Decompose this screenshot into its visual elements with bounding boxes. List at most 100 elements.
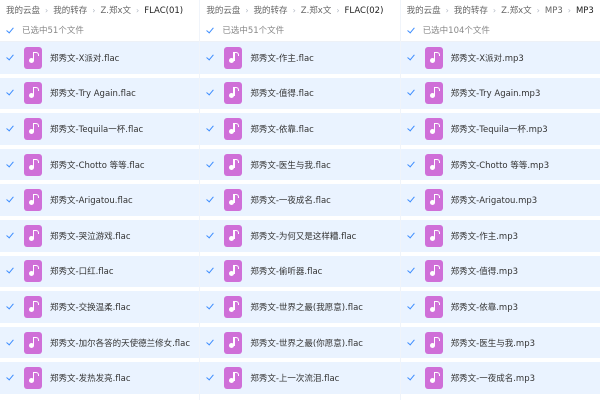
checkbox-icon[interactable]	[6, 232, 14, 240]
file-row[interactable]: 郑秀文-医生与我.mp3	[400, 326, 600, 359]
breadcrumb-item[interactable]: Z.郑x文	[100, 6, 131, 16]
music-file-icon	[24, 224, 42, 247]
checkbox-icon[interactable]	[407, 161, 415, 169]
file-row[interactable]: 郑秀文-依靠.flac	[200, 113, 400, 145]
checkbox-icon[interactable]	[407, 89, 415, 97]
music-file-icon	[424, 260, 443, 283]
checkbox-icon[interactable]	[6, 161, 14, 169]
file-row[interactable]: 郑秀文-Tequila一杯.mp3	[400, 113, 600, 145]
breadcrumb-item[interactable]: FLAC(01)	[144, 6, 183, 16]
file-row[interactable]: 郑秀文-Chotto 等等.flac	[0, 148, 200, 181]
checkbox-icon[interactable]	[206, 196, 214, 204]
breadcrumb-item[interactable]: 我的转存	[454, 6, 488, 16]
breadcrumb-item[interactable]: Z.郑x文	[301, 6, 332, 16]
file-row[interactable]: 郑秀文-值得.mp3	[400, 255, 600, 288]
breadcrumb-item[interactable]: 我的转存	[254, 6, 288, 16]
chevron-right-icon: ›	[492, 6, 497, 15]
file-name: 郑秀文-Try Again.flac	[50, 89, 136, 100]
breadcrumb-item[interactable]: MP3	[545, 6, 563, 16]
file-name: 郑秀文-上一次流泪.flac	[250, 374, 340, 385]
file-row[interactable]: 郑秀文-Tequila一杯.flac	[0, 113, 200, 145]
file-row[interactable]: 郑秀文-Arigatou.flac	[0, 184, 200, 216]
file-row[interactable]: 郑秀文-依靠.mp3	[400, 291, 600, 323]
file-row[interactable]: 郑秀文-Chotto 等等.mp3	[400, 148, 600, 181]
file-row[interactable]: 郑秀文-Arigatou.mp3	[400, 184, 600, 216]
checkbox-icon[interactable]	[6, 54, 14, 62]
checkbox-icon[interactable]	[407, 339, 415, 347]
select-all-checkbox[interactable]	[6, 27, 14, 35]
file-row[interactable]: 郑秀文-X派对.mp3	[400, 42, 600, 74]
file-row[interactable]: 郑秀文-发热发亮.flac	[0, 362, 200, 394]
file-name: 郑秀文-Chotto 等等.mp3	[450, 160, 550, 171]
file-row[interactable]: 郑秀文-作主.flac	[200, 42, 400, 74]
music-file-icon	[224, 46, 243, 69]
checkbox-icon[interactable]	[6, 125, 14, 133]
checkbox-icon[interactable]	[407, 303, 415, 311]
checkbox-icon[interactable]	[6, 89, 14, 97]
file-row[interactable]: 郑秀文-一夜成名.flac	[200, 184, 400, 216]
breadcrumb-item[interactable]: 我的云盘	[206, 6, 240, 16]
checkbox-icon[interactable]	[407, 232, 415, 240]
file-row[interactable]: 郑秀文-X派对.flac	[0, 42, 200, 74]
music-file-icon	[424, 295, 443, 318]
checkbox-icon[interactable]	[407, 374, 415, 382]
checkbox-icon[interactable]	[206, 339, 214, 347]
file-name: 郑秀文-依靠.flac	[250, 124, 314, 135]
breadcrumb-item[interactable]: 我的转存	[53, 6, 87, 16]
checkbox-icon[interactable]	[206, 161, 214, 169]
file-name: 郑秀文-Arigatou.flac	[50, 196, 133, 207]
file-row[interactable]: 郑秀文-偷听器.flac	[200, 255, 400, 288]
checkbox-icon[interactable]	[6, 374, 14, 382]
file-name: 郑秀文-作主.mp3	[450, 231, 519, 242]
file-list: 郑秀文-X派对.flac 郑秀文-Try Again.flac 郑秀文-Tequil…	[0, 42, 200, 400]
checkbox-icon[interactable]	[407, 267, 415, 275]
checkbox-icon[interactable]	[6, 267, 14, 275]
file-row[interactable]: 郑秀文-值得.flac	[200, 77, 400, 110]
file-row[interactable]: 郑秀文-上一次流泪.flac	[200, 362, 400, 394]
music-file-icon	[424, 189, 443, 212]
select-all-checkbox[interactable]	[407, 27, 415, 35]
file-name: 郑秀文-值得.flac	[250, 89, 314, 100]
file-name: 郑秀文-为何又是这样糟.flac	[250, 231, 357, 242]
chevron-right-icon: ›	[92, 6, 96, 15]
file-row[interactable]: 郑秀文-口红.flac	[0, 255, 200, 288]
music-file-icon	[424, 367, 443, 390]
file-row[interactable]: 郑秀文-加尔各答的天使德兰修女.flac	[0, 326, 200, 359]
breadcrumb-item[interactable]: Z.郑x文	[501, 6, 532, 16]
checkbox-icon[interactable]	[206, 374, 214, 382]
checkbox-icon[interactable]	[206, 89, 214, 97]
checkbox-icon[interactable]	[206, 232, 214, 240]
file-name: 郑秀文-医生与我.flac	[250, 160, 331, 171]
breadcrumb-item[interactable]: 我的云盘	[6, 6, 40, 16]
checkbox-icon[interactable]	[206, 125, 214, 133]
select-all-checkbox[interactable]	[206, 27, 214, 35]
file-row[interactable]: 郑秀文-哭泣游戏.flac	[0, 219, 200, 252]
checkbox-icon[interactable]	[407, 54, 415, 62]
file-row[interactable]: 郑秀文-世界之最(我愿意).flac	[200, 291, 400, 323]
file-row[interactable]: 郑秀文-医生与我.flac	[200, 148, 400, 181]
breadcrumb-item[interactable]: 我的云盘	[407, 6, 441, 16]
breadcrumb-item[interactable]: FLAC(02)	[345, 6, 384, 16]
selection-count-text: 已选中104个文件	[422, 26, 490, 36]
checkbox-icon[interactable]	[6, 303, 14, 311]
checkbox-icon[interactable]	[206, 303, 214, 311]
file-row[interactable]: 郑秀文-交换温柔.flac	[0, 291, 200, 323]
file-row[interactable]: 郑秀文-为何又是这样糟.flac	[200, 219, 400, 252]
file-row[interactable]: 郑秀文-Try Again.flac	[0, 77, 200, 110]
checkbox-icon[interactable]	[6, 339, 14, 347]
file-panel: 我的云盘 › 我的转存 › Z.郑x文 › MP3 › MP3 已选中104个文件 郑秀文-X派对.…	[399, 0, 600, 400]
checkbox-icon[interactable]	[6, 196, 14, 204]
music-file-icon	[224, 295, 243, 318]
file-row[interactable]: 郑秀文-Try Again.mp3	[400, 77, 600, 110]
file-row[interactable]: 郑秀文-一夜成名.mp3	[400, 362, 600, 394]
music-file-icon	[224, 189, 243, 212]
checkbox-icon[interactable]	[407, 125, 415, 133]
checkbox-icon[interactable]	[206, 54, 214, 62]
checkbox-icon[interactable]	[206, 267, 214, 275]
breadcrumb: 我的云盘 › 我的转存 › Z.郑x文 › MP3 › MP3	[401, 0, 600, 22]
checkbox-icon[interactable]	[407, 196, 415, 204]
breadcrumb-item[interactable]: MP3	[576, 6, 594, 16]
file-row[interactable]: 郑秀文-作主.mp3	[400, 219, 600, 252]
file-row[interactable]: 郑秀文-世界之最(你愿意).flac	[200, 326, 400, 359]
file-list: 郑秀文-X派对.mp3 郑秀文-Try Again.mp3 郑秀文-Tequila一…	[400, 42, 600, 400]
